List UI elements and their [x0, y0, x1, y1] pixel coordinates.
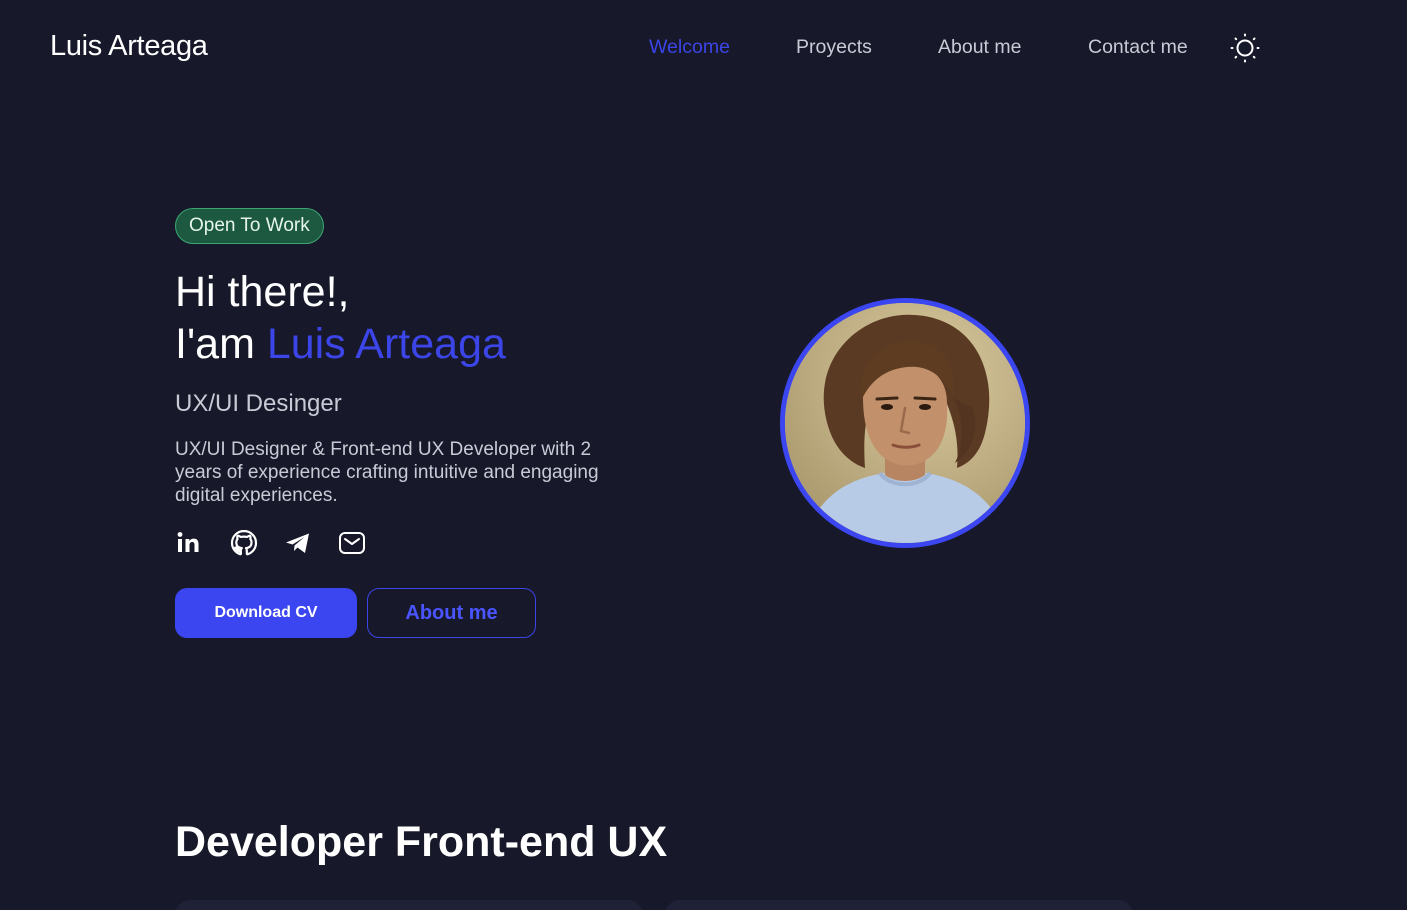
bio-text: UX/UI Designer & Front-end UX Developer … — [175, 439, 599, 506]
mail-link[interactable] — [337, 528, 367, 558]
project-card[interactable] — [665, 900, 1133, 910]
telegram-link[interactable] — [283, 528, 313, 558]
download-cv-button[interactable]: Download CV — [175, 588, 357, 638]
intro-name: Luis Arteaga — [266, 320, 506, 368]
hero-headline: Hi there!, I'am Luis Arteaga — [175, 266, 506, 370]
intro-prefix: I'am — [175, 320, 267, 368]
brand-name[interactable]: Luis Arteaga — [50, 30, 208, 63]
page: Luis Arteaga Welcome Proyects About me C… — [0, 0, 1407, 910]
open-to-work-badge: Open To Work — [175, 208, 324, 244]
nav-welcome[interactable]: Welcome — [649, 36, 730, 59]
theme-toggle-button[interactable] — [1229, 32, 1261, 64]
sun-icon — [1230, 33, 1260, 63]
nav-contact-me[interactable]: Contact me — [1088, 36, 1188, 59]
nav-about-me[interactable]: About me — [938, 36, 1021, 59]
mail-icon — [339, 532, 365, 554]
profile-photo — [785, 303, 1025, 543]
nav-projects[interactable]: Proyects — [796, 36, 872, 59]
github-link[interactable] — [229, 528, 259, 558]
linkedin-link[interactable] — [175, 528, 205, 558]
about-me-button[interactable]: About me — [367, 588, 536, 638]
greeting-text: Hi there!, — [175, 268, 350, 316]
project-card[interactable] — [175, 900, 643, 910]
section-title: Developer Front-end UX — [175, 818, 668, 866]
linkedin-icon — [177, 532, 199, 552]
telegram-icon — [286, 533, 309, 553]
profile-avatar — [780, 298, 1030, 548]
role-title: UX/UI Desinger — [175, 390, 342, 417]
github-icon — [230, 529, 258, 556]
